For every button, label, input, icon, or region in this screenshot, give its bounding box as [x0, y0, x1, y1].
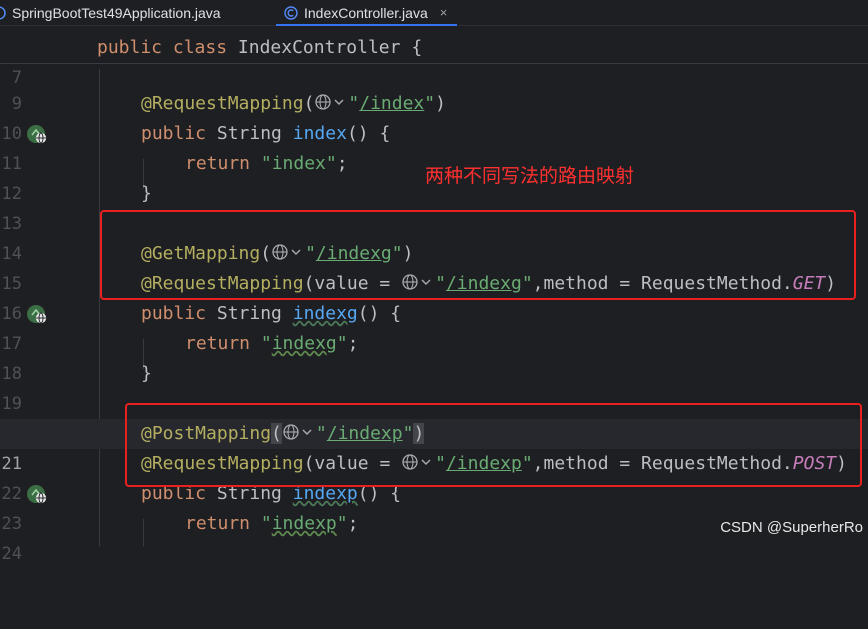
code-line: 9	[0, 59, 868, 114]
keyword: public	[141, 123, 207, 144]
code-line: 19 }	[0, 359, 868, 414]
tab-label: SpringBootTest49Application.java	[12, 4, 221, 21]
tab-indexcontroller[interactable]: IndexController.java ×	[276, 0, 458, 26]
keyword: return	[185, 513, 251, 534]
globe-url-hint-icon[interactable]	[314, 93, 348, 111]
paren: (	[303, 93, 315, 114]
endpoint-globe-icon[interactable]	[26, 123, 48, 145]
code-line: 18 return "indexg";	[0, 329, 868, 384]
endpoint-globe-icon[interactable]	[26, 303, 48, 325]
quote: "	[336, 513, 348, 534]
annotation: @RequestMapping	[141, 93, 304, 114]
code-line: 11 public String index() {	[0, 119, 868, 174]
keyword: public	[141, 303, 207, 324]
method-name: indexg	[292, 303, 358, 324]
quote: "	[336, 333, 348, 354]
keyword: class	[172, 37, 228, 58]
brace: }	[141, 363, 152, 384]
string: "index"	[260, 153, 337, 174]
class-name: IndexController	[237, 37, 401, 58]
quote: "	[260, 333, 272, 354]
highlight-box-post	[125, 403, 862, 487]
highlight-box-get	[100, 210, 856, 300]
url-path[interactable]: /index	[359, 93, 424, 114]
watermark: CSDN @SuperherRo	[720, 519, 863, 536]
semicolon: ;	[347, 513, 359, 534]
code-line: 17 public String indexg() {	[0, 299, 868, 354]
method-signature: () {	[346, 123, 391, 144]
quote: "	[260, 513, 272, 534]
type: String	[216, 303, 282, 324]
editor-tab-bar: SpringBootTest49Application.java IndexCo…	[0, 0, 868, 26]
string: indexp	[271, 513, 337, 534]
brace: }	[141, 183, 152, 204]
paren: )	[435, 93, 446, 114]
endpoint-globe-icon[interactable]	[26, 483, 48, 505]
close-icon[interactable]: ×	[440, 5, 448, 20]
string: indexg	[271, 333, 337, 354]
java-file-icon	[0, 5, 6, 20]
code-line: 10 @RequestMapping("/index")	[0, 89, 868, 144]
brace: {	[411, 37, 423, 58]
method-signature: () {	[357, 303, 402, 324]
java-class-icon	[284, 5, 298, 20]
tab-label: IndexController.java	[304, 4, 428, 21]
annotation-note: 两种不同写法的路由映射	[425, 165, 635, 187]
tab-springboottest49application[interactable]: SpringBootTest49Application.java	[0, 0, 221, 25]
line-number: 24	[1, 544, 22, 564]
keyword: return	[185, 153, 251, 174]
method-name: index	[292, 123, 347, 144]
quote: "	[424, 93, 436, 114]
type: String	[216, 123, 282, 144]
keyword: return	[185, 333, 251, 354]
semicolon: ;	[336, 153, 348, 174]
quote: "	[348, 93, 360, 114]
semicolon: ;	[347, 333, 359, 354]
keyword: public	[97, 37, 163, 58]
